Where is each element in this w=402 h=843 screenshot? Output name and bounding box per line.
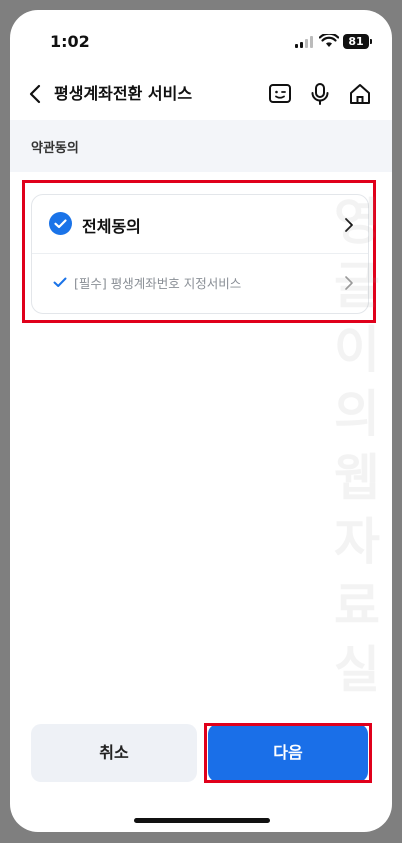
microphone-icon[interactable] <box>307 81 333 107</box>
terms-highlight-box <box>22 180 376 323</box>
cellular-signal-icon <box>295 36 315 48</box>
wifi-icon <box>319 34 339 47</box>
phone-screen: 1:02 81 평생계좌전환 서비스 약관동의 전체동의 [필수] 평생계좌번호… <box>10 10 392 832</box>
battery-icon: 81 <box>343 34 372 49</box>
chatbot-face-icon[interactable] <box>267 81 293 107</box>
nav-bar: 평생계좌전환 서비스 <box>10 68 392 120</box>
status-bar: 1:02 81 <box>10 10 392 68</box>
next-button[interactable]: 다음 <box>208 724 368 782</box>
back-chevron-icon[interactable] <box>26 82 46 106</box>
cancel-button[interactable]: 취소 <box>31 724 197 782</box>
page-title: 평생계좌전환 서비스 <box>54 84 193 103</box>
section-header: 약관동의 <box>10 120 392 172</box>
section-title: 약관동의 <box>31 141 79 156</box>
home-indicator <box>134 818 270 823</box>
status-time: 1:02 <box>50 32 90 51</box>
home-icon[interactable] <box>347 81 373 107</box>
